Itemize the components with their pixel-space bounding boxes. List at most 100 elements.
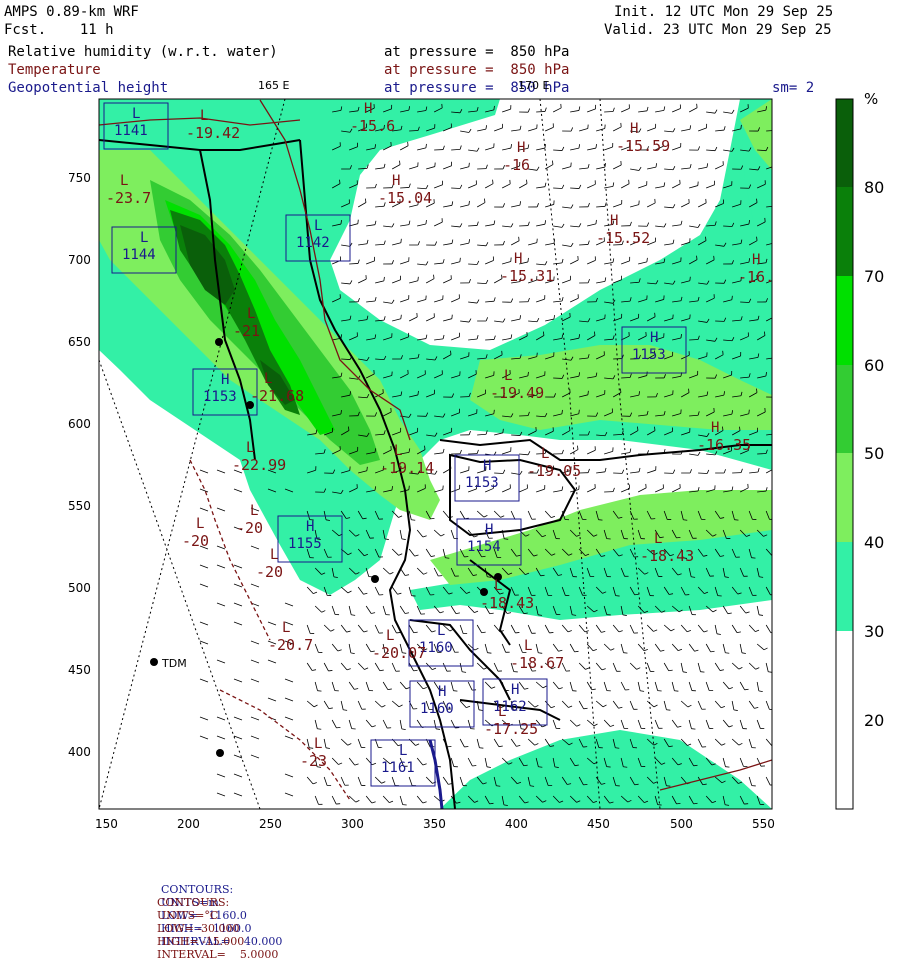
temperature-label-value: -20 bbox=[256, 563, 283, 581]
temperature-label-type: L bbox=[494, 578, 502, 594]
temperature-label-value: -20 bbox=[236, 519, 263, 537]
colorbar-band-50-60 bbox=[836, 365, 853, 453]
x-tick-label: 350 bbox=[423, 817, 446, 831]
temperature-label-type: L bbox=[314, 736, 322, 752]
pressure-center-value: 1141 bbox=[114, 123, 148, 139]
pressure-center-value: 1155 bbox=[288, 536, 322, 552]
pressure-center-type: L bbox=[399, 743, 407, 759]
temperature-label-value: -15.31 bbox=[500, 267, 554, 285]
station-dot bbox=[215, 338, 223, 346]
footer-temp-units: UNITS=°C bbox=[157, 909, 218, 922]
pressure-center-type: H bbox=[485, 522, 493, 538]
temperature-label-type: L bbox=[200, 108, 208, 124]
temperature-label-value: -18.43 bbox=[480, 594, 534, 612]
temperature-label-type: H bbox=[392, 173, 400, 189]
temperature-label-type: L bbox=[246, 440, 254, 456]
y-tick-label: 750 bbox=[68, 171, 91, 185]
temperature-label-value: -20.07 bbox=[372, 644, 426, 662]
colorbar-label: 30 bbox=[864, 622, 884, 641]
pressure-center-value: 1154 bbox=[467, 539, 501, 555]
pressure-center-type: H bbox=[511, 682, 519, 698]
temperature-label-value: -22.99 bbox=[232, 456, 286, 474]
pressure-center-type: H bbox=[650, 330, 658, 346]
colorbar-unit: % bbox=[864, 90, 878, 108]
x-tick-label: 450 bbox=[587, 817, 610, 831]
temperature-label-type: L bbox=[270, 547, 278, 563]
station-dot-tdm bbox=[150, 658, 158, 666]
temperature-label-type: H bbox=[752, 252, 760, 268]
temperature-label-type: H bbox=[364, 101, 372, 117]
temperature-label-type: L bbox=[498, 704, 506, 720]
lon-label-170e: 170 E bbox=[518, 79, 549, 92]
temperature-label-value: -20 bbox=[182, 532, 209, 550]
footer-temp-interval: INTERVAL= 5.0000 bbox=[157, 948, 278, 961]
temperature-label-type: L bbox=[250, 503, 258, 519]
colorbar-label: 60 bbox=[864, 356, 884, 375]
temperature-label-type: L bbox=[247, 306, 255, 322]
temperature-label-value: -16.6 bbox=[738, 268, 783, 286]
temperature-label-type: L bbox=[264, 371, 272, 387]
x-tick-label: 250 bbox=[259, 817, 282, 831]
pressure-center-type: L bbox=[132, 106, 140, 122]
footer-temp-prefix: CONTOURS: bbox=[157, 896, 229, 909]
temperature-label-type: L bbox=[386, 628, 394, 644]
temperature-label-value: -20.7 bbox=[268, 636, 313, 654]
x-tick-label: 550 bbox=[752, 817, 775, 831]
temperature-label-type: L bbox=[120, 173, 128, 189]
pressure-center-value: 1161 bbox=[381, 760, 415, 776]
pressure-center-type: H bbox=[438, 684, 446, 700]
y-axis-ticks: 750700650600550500450400 bbox=[68, 171, 91, 759]
temperature-label-type: L bbox=[394, 443, 402, 459]
colorbar-band-70-80 bbox=[836, 187, 853, 276]
pressure-center-value: 1153 bbox=[203, 389, 237, 405]
temperature-label-type: L bbox=[196, 516, 204, 532]
x-tick-label: 200 bbox=[177, 817, 200, 831]
pressure-center-value: 1144 bbox=[122, 247, 156, 263]
y-tick-label: 600 bbox=[68, 417, 91, 431]
station-label-tdm: TDM bbox=[161, 657, 187, 670]
x-axis-ticks: 150200250300350400450500550 bbox=[95, 817, 775, 831]
pressure-center-type: H bbox=[483, 458, 491, 474]
colorbar-band-60-70 bbox=[836, 276, 853, 365]
pressure-center-value: 1153 bbox=[465, 475, 499, 491]
temperature-label-value: -17.25 bbox=[484, 720, 538, 738]
map-plot-area: TDM L1141L1144L1142H1153H1153H1153H1155H… bbox=[99, 99, 783, 809]
temperature-label-type: L bbox=[504, 368, 512, 384]
footer-temp-low: LOW= -30.000 bbox=[157, 922, 240, 935]
temperature-label-type: L bbox=[541, 446, 549, 462]
temperature-label-value: -19.14 bbox=[380, 459, 434, 477]
temperature-label-value: -16 bbox=[503, 156, 530, 174]
colorbar-band-40-50 bbox=[836, 453, 853, 542]
x-tick-label: 300 bbox=[341, 817, 364, 831]
colorbar-band-below-30 bbox=[836, 631, 853, 809]
station-dot bbox=[371, 575, 379, 583]
temperature-label-value: -23 bbox=[300, 752, 327, 770]
colorbar-label: 40 bbox=[864, 533, 884, 552]
x-tick-label: 150 bbox=[95, 817, 118, 831]
temperature-label-type: L bbox=[282, 620, 290, 636]
temperature-label-type: L bbox=[654, 531, 662, 547]
colorbar-band-30-40 bbox=[836, 542, 853, 631]
y-tick-label: 500 bbox=[68, 581, 91, 595]
temperature-label-value: -19.05 bbox=[527, 462, 581, 480]
weather-map: TDM L1141L1144L1142H1153H1153H1153H1155H… bbox=[0, 0, 900, 900]
y-tick-label: 400 bbox=[68, 745, 91, 759]
temperature-label-value: -15.6 bbox=[350, 117, 395, 135]
temperature-label-value: -16.35 bbox=[697, 436, 751, 454]
footer-temperature: CONTOURS: UNITS=°C LOW= -30.000 HIGH= -1… bbox=[150, 883, 278, 961]
temperature-label-value: -23.7 bbox=[106, 189, 151, 207]
temperature-label-value: -15.04 bbox=[378, 189, 432, 207]
colorbar-label: 20 bbox=[864, 711, 884, 730]
temperature-label-value: -15.59 bbox=[616, 137, 670, 155]
temperature-label-type: H bbox=[517, 140, 525, 156]
temperature-label-value: -19.49 bbox=[490, 384, 544, 402]
temperature-label-value: -15.52 bbox=[596, 229, 650, 247]
pressure-center-value: 1160 bbox=[420, 701, 454, 717]
temperature-label-type: H bbox=[514, 251, 522, 267]
x-tick-label: 500 bbox=[670, 817, 693, 831]
pressure-center-value: 1153 bbox=[632, 347, 666, 363]
y-tick-label: 550 bbox=[68, 499, 91, 513]
footer-temp-high: HIGH= -15.000 bbox=[157, 935, 244, 948]
temperature-label-value: -18.43 bbox=[640, 547, 694, 565]
colorbar-labels: 80706050403020 bbox=[864, 178, 884, 730]
